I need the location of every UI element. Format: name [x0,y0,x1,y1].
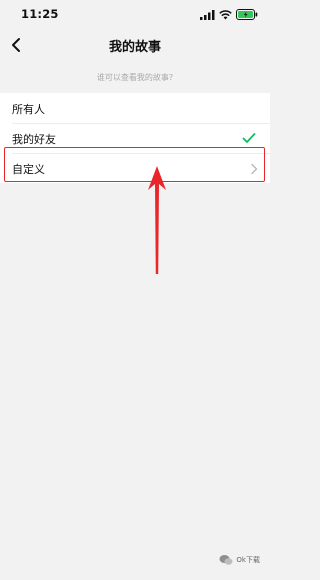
annotation-highlight-box [4,147,265,182]
status-bar: 11:25 [0,0,270,28]
signal-icon [200,9,215,20]
wechat-icon [219,555,233,565]
page-title: 我的故事 [108,40,161,55]
annotation-arrow-icon [148,166,166,274]
option-label: 所有人 [12,103,45,116]
option-everyone[interactable]: 所有人 [0,93,270,123]
watermark: Ok下载 [219,554,260,566]
option-label: 我的好友 [12,133,56,146]
status-time: 11:25 [21,7,59,21]
battery-icon [236,9,258,20]
wifi-icon [219,9,232,19]
check-icon [242,133,256,143]
status-icons [200,9,258,20]
watermark-text: Ok下载 [236,556,260,564]
nav-bar: 我的故事 [0,28,270,64]
visibility-hint: 谁可以查看我的故事? [96,73,174,82]
